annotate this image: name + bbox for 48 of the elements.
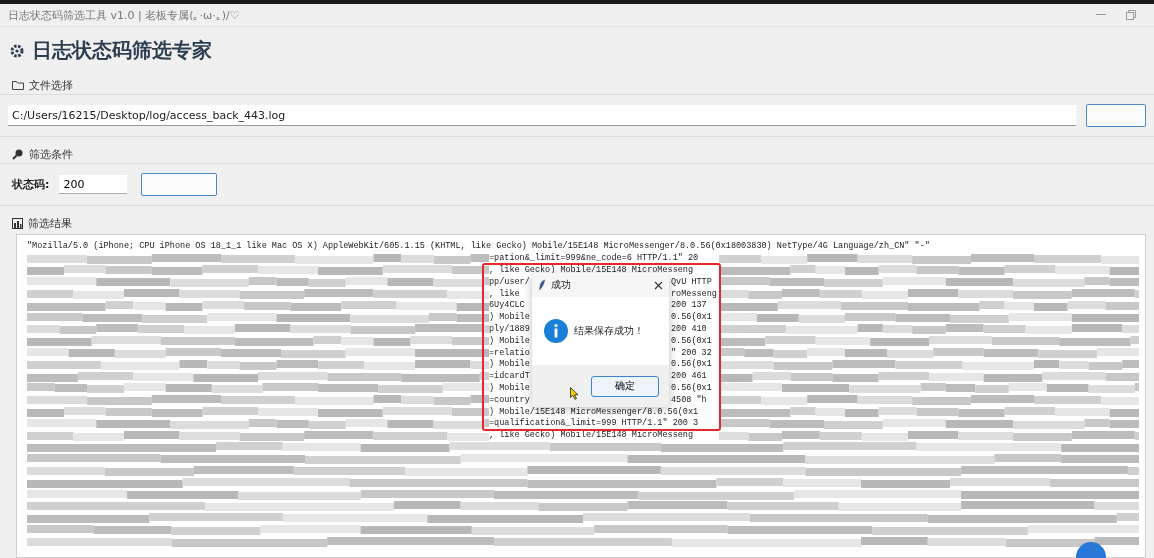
log-line: 200 137: [671, 301, 708, 311]
log-line: , like: [489, 289, 521, 299]
log-line: 6Uy4CLC: [489, 301, 526, 311]
section-label: 筛选条件: [29, 146, 73, 162]
log-line: ) Mobile/15E148 MicroMessenger/8.0.56(0x1: [489, 407, 700, 417]
log-line: ) Mobile: [489, 336, 530, 346]
log-line: "Mozilla/5.0 (iPhone; CPU iPhone OS 18_1_1 like Mac OS X) AppleWebKit/605.1.15 (KHTML, like Gecko) Mobile/15E148 MicroMessenger/8.0.56(0x18003830) NetType/4G Language/zh_CN" "-": [27, 242, 930, 252]
feather-icon: [538, 279, 546, 291]
cursor-icon: [570, 387, 579, 400]
log-line: 0.56(0x1: [671, 313, 713, 323]
file-path-field[interactable]: C:/Users/16215/Desktop/log/access_back_443.log: [8, 105, 1076, 126]
log-line: ) Mobile: [489, 360, 530, 370]
log-line: =relatio: [489, 348, 530, 358]
info-icon: [544, 319, 568, 343]
gear-icon: [10, 43, 24, 58]
search-icon: [12, 148, 24, 160]
log-line: 200 461: [671, 372, 708, 382]
log-line: =qualification&_limit=999 HTTP/1.1" 200 3: [489, 419, 700, 429]
ok-button[interactable]: 确定: [591, 375, 659, 397]
dialog-message: 结果保存成功！: [574, 324, 644, 338]
log-line: QvU HTTP: [671, 277, 713, 287]
log-line: 0.56(0x1: [671, 383, 713, 393]
status-code-field[interactable]: 200: [59, 175, 128, 194]
log-line: 4508 "h: [671, 395, 708, 405]
log-line: =idcardT: [489, 372, 530, 382]
log-line: pp/user/: [489, 277, 530, 287]
log-line: 0.56(0x1: [671, 360, 713, 370]
log-line: " 200 32: [671, 348, 713, 358]
log-line: =country: [489, 395, 530, 405]
app-heading: 日志状态码筛选专家: [32, 37, 212, 64]
log-line: =pation&_limit=999&ne_code=6 HTTP/1.1" 20: [489, 254, 700, 264]
log-line: 0.56(0x1: [671, 336, 713, 346]
log-line: 200 410: [671, 324, 708, 334]
filter-button[interactable]: [141, 173, 218, 196]
window-title: 日志状态码筛选工具 v1.0 | 老板专属(｡·ω·｡)/♡: [8, 7, 241, 23]
section-label: 筛选结果: [28, 215, 72, 231]
log-line: ) Mobile: [489, 383, 530, 393]
chart-icon: [12, 217, 23, 229]
log-line: ) Mobile: [489, 313, 530, 323]
status-code-label: 状态码:: [12, 177, 50, 192]
log-line: ply/1889: [489, 324, 530, 334]
dialog-title: 成功: [551, 278, 572, 292]
log-line: roMesseng: [671, 289, 718, 299]
browse-button[interactable]: [1086, 104, 1146, 127]
section-label: 文件选择: [29, 77, 73, 93]
log-line: , like Gecko) Mobile/15E148 MicroMesseng: [489, 266, 695, 275]
close-icon[interactable]: [654, 280, 663, 290]
folder-icon: [12, 80, 24, 90]
